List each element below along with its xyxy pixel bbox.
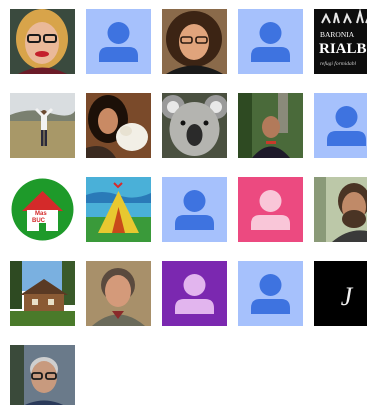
logo-letter: J	[341, 282, 354, 311]
avatar-koala[interactable]	[162, 93, 227, 158]
avatar-default-blue[interactable]	[86, 9, 151, 74]
avatar-default-blue[interactable]	[162, 177, 227, 242]
avatar-man-glasses-portrait[interactable]	[10, 345, 75, 405]
avatar-default-pink[interactable]	[238, 177, 303, 242]
avatar-tent-drawing[interactable]	[86, 177, 151, 242]
avatar-man-in-forest[interactable]	[238, 93, 303, 158]
logo-text-line2: RIALB	[319, 41, 367, 57]
avatar-woman-with-doll[interactable]	[86, 93, 151, 158]
avatar-mas-buc-logo[interactable]: Mas BUC	[10, 177, 75, 242]
avatar-default-blue[interactable]	[314, 93, 367, 158]
avatar-baronia-rialb-logo[interactable]: BARONIA RIALB refugi formidabl	[314, 9, 367, 74]
person-icon	[314, 93, 367, 158]
avatar-woman-short-hair[interactable]	[86, 261, 151, 326]
avatar-default-blue[interactable]	[238, 261, 303, 326]
avatar-woman-glasses-red-lips[interactable]	[10, 9, 75, 74]
person-icon	[238, 9, 303, 74]
avatar-bearded-man[interactable]	[314, 177, 367, 242]
logo-text-line3: refugi formidabl	[320, 60, 356, 67]
avatar-person-arms-raised-field[interactable]	[10, 93, 75, 158]
person-icon	[238, 177, 303, 242]
avatar-grid: BARONIA RIALB refugi formidabl Mas BUC J	[0, 0, 367, 405]
avatar-default-blue[interactable]	[238, 9, 303, 74]
logo-text-line1: Mas	[35, 211, 47, 217]
avatar-letter-j-black[interactable]: J	[314, 261, 367, 326]
person-icon	[162, 177, 227, 242]
avatar-wooden-house[interactable]	[10, 261, 75, 326]
person-icon	[86, 9, 151, 74]
person-icon	[238, 261, 303, 326]
logo-text-line1: BARONIA	[320, 30, 355, 39]
avatar-woman-curly-hair[interactable]	[162, 9, 227, 74]
person-icon	[162, 261, 227, 326]
avatar-default-purple[interactable]	[162, 261, 227, 326]
